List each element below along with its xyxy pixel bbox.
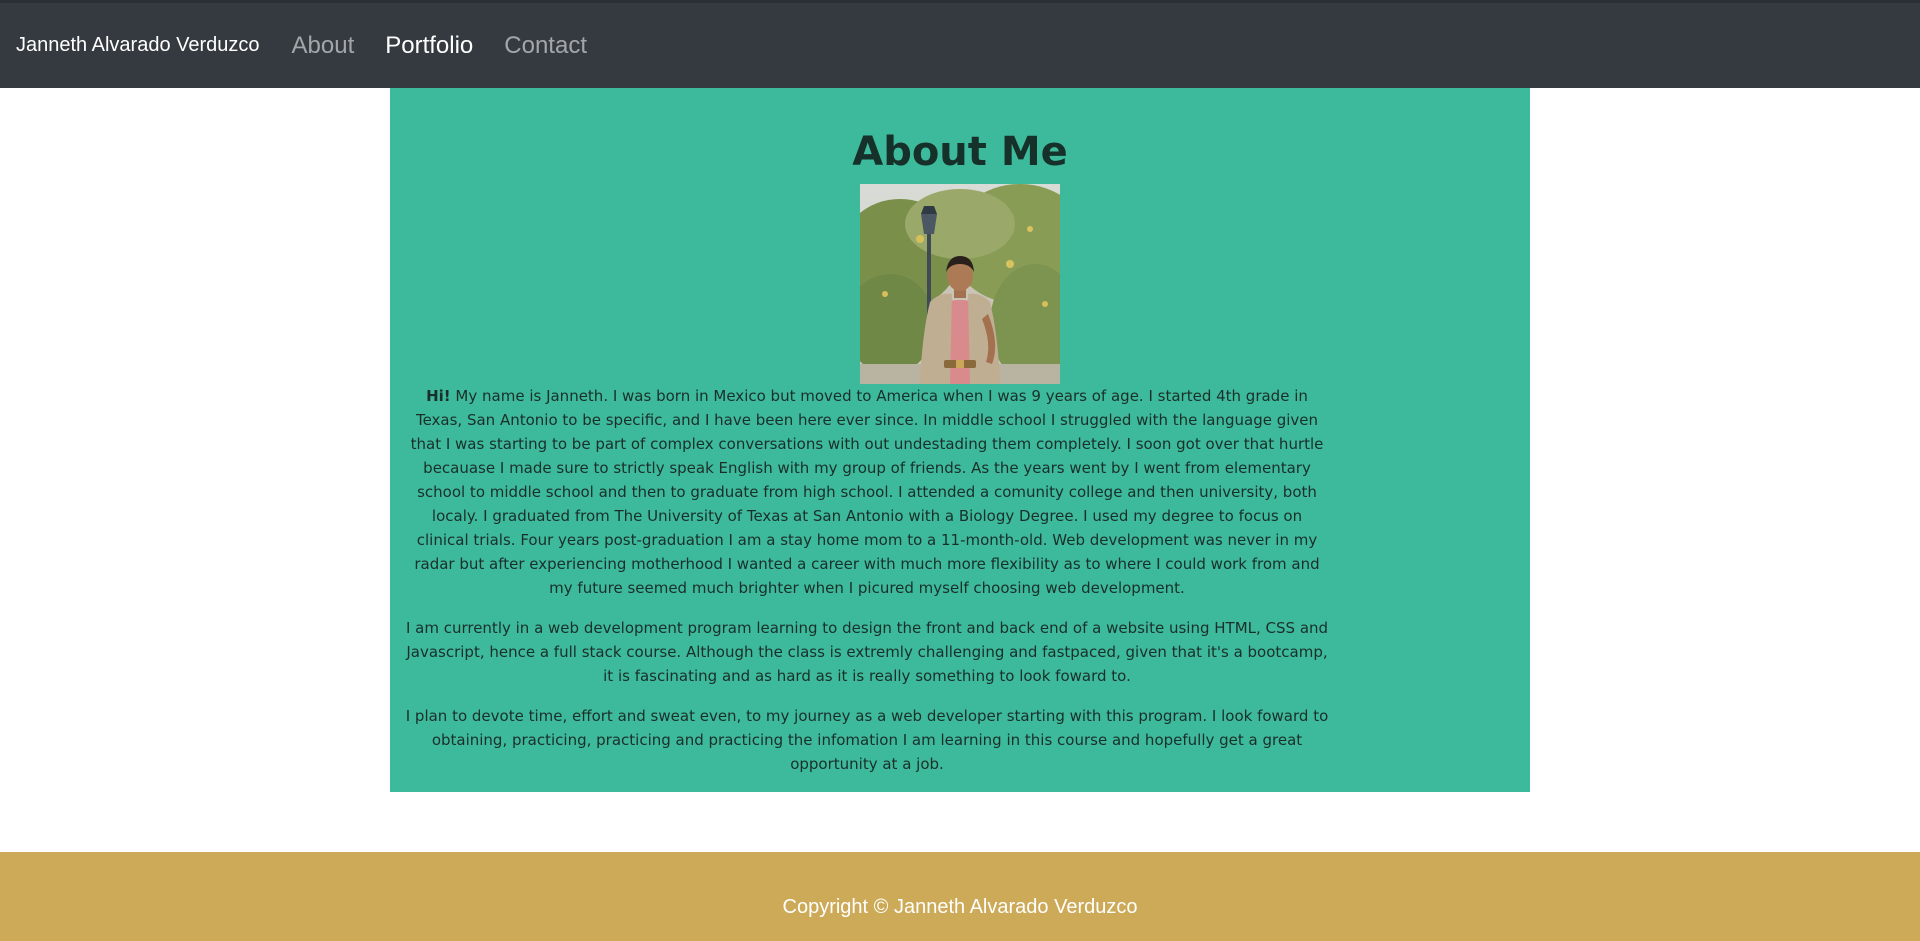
about-paragraph-3: I plan to devote time, effort and sweat … xyxy=(405,707,1329,773)
profile-photo xyxy=(860,184,1060,384)
navbar: Janneth Alvarado Verduzco About Portfoli… xyxy=(0,0,1920,88)
about-text: Hi! My name is Janneth. I was born in Me… xyxy=(404,384,1330,792)
about-paragraph-1-text: My name is Janneth. I was born in Mexico… xyxy=(410,387,1324,597)
footer: Copyright © Janneth Alvarado Verduzco xyxy=(0,852,1920,941)
brand-link[interactable]: Janneth Alvarado Verduzco xyxy=(16,34,260,57)
nav-link-contact[interactable]: Contact xyxy=(504,32,587,60)
footer-copyright: Copyright © Janneth Alvarado Verduzco xyxy=(782,896,1138,918)
intro-greeting: Hi! xyxy=(426,387,451,405)
about-title: About Me xyxy=(852,129,1068,175)
about-section: About Me Hi! My name is Janneth. I was b… xyxy=(390,88,1530,792)
about-paragraph-1: Hi! My name is Janneth. I was born in Me… xyxy=(404,384,1330,600)
profile-photo-illustration xyxy=(860,184,1060,384)
about-paragraph-2: I am currently in a web development prog… xyxy=(405,619,1329,685)
nav-link-about[interactable]: About xyxy=(292,32,355,60)
nav-link-portfolio[interactable]: Portfolio xyxy=(385,32,473,60)
